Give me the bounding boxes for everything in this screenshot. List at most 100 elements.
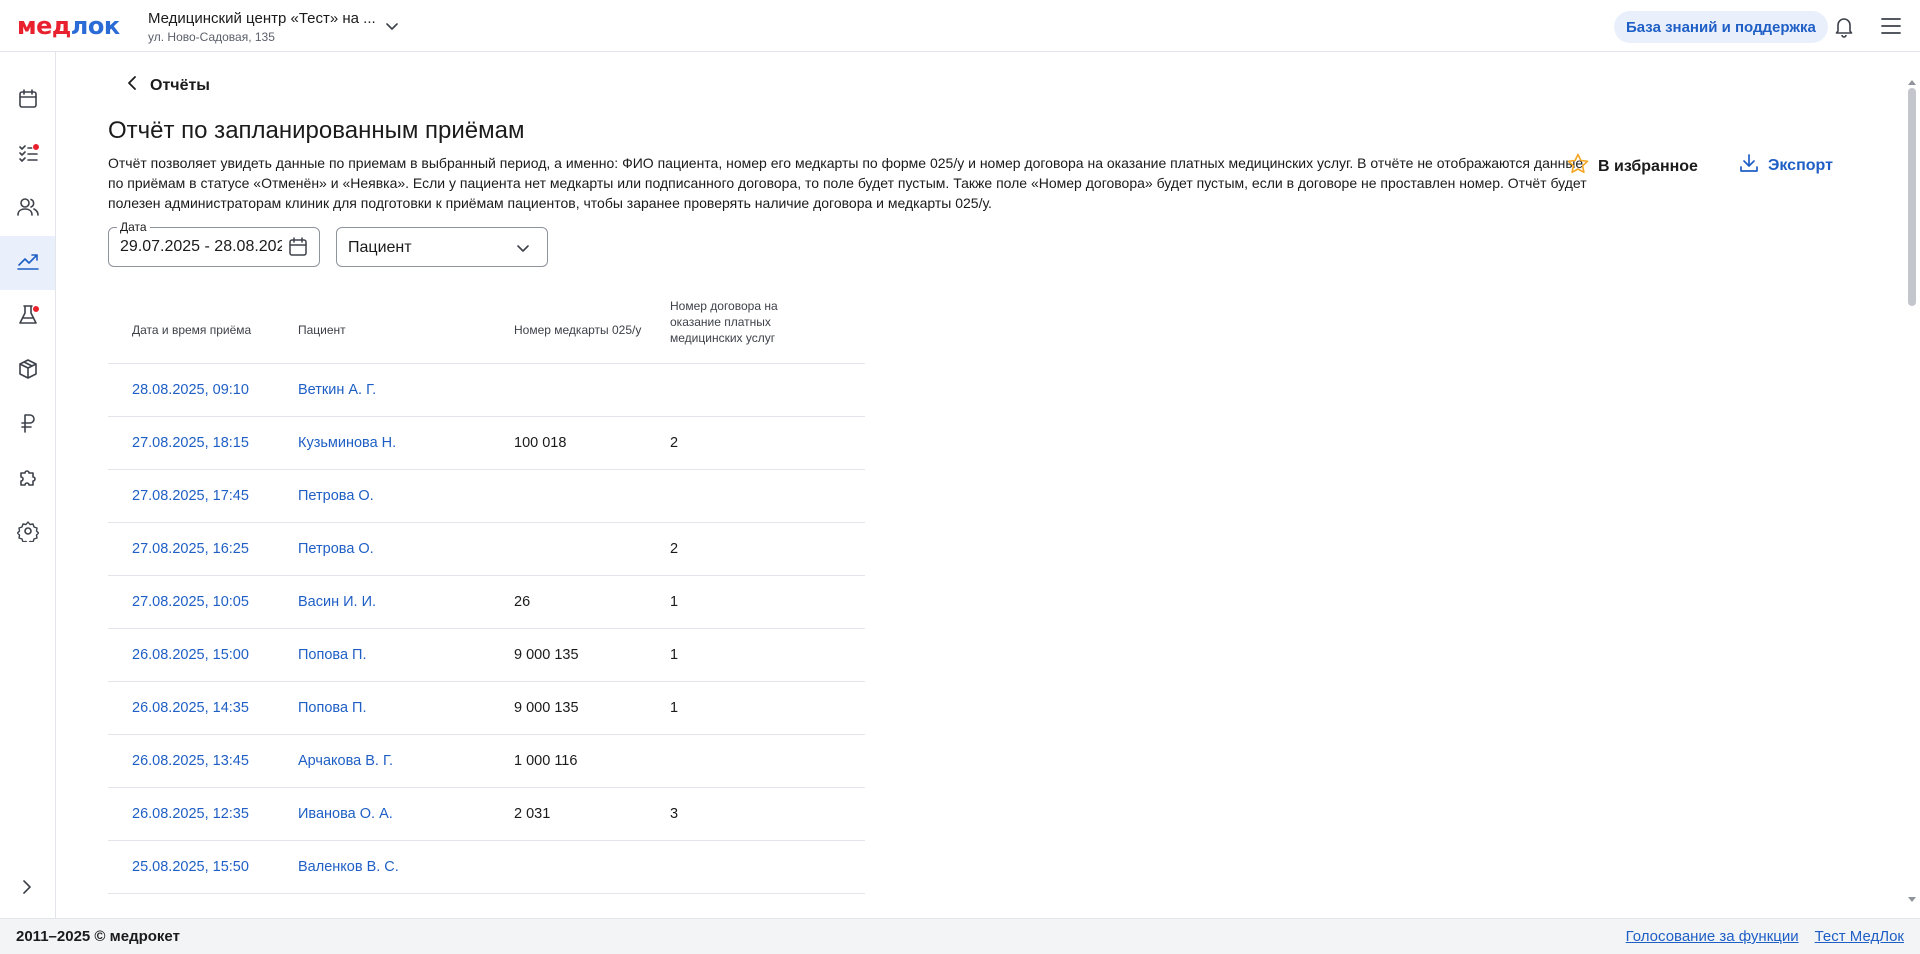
sidebar-item-settings[interactable] <box>0 506 55 560</box>
date-range-field[interactable]: Дата 29.07.2025 - 28.08.2025 <box>108 220 320 267</box>
table-row: 25.08.2025, 15:50 Валенков В. С. <box>108 841 865 894</box>
scrollbar-thumb[interactable] <box>1908 88 1916 306</box>
bell-icon[interactable] <box>1832 14 1856 43</box>
sidebar <box>0 52 56 918</box>
column-header-patient[interactable]: Пациент <box>298 322 346 338</box>
knowledge-base-button[interactable]: База знаний и поддержка <box>1614 11 1828 43</box>
patient-name-link[interactable]: Веткин А. Г. <box>298 382 376 398</box>
calendar-icon[interactable] <box>287 236 309 263</box>
finance-ruble-icon <box>17 412 39 439</box>
patient-name-link[interactable]: Валенков В. С. <box>298 859 399 875</box>
footer: 2011–2025 © медрокет Голосование за функ… <box>0 918 1920 954</box>
contract-header-line: Номер договора на <box>670 299 778 313</box>
appointment-datetime-link[interactable]: 27.08.2025, 18:15 <box>132 435 249 451</box>
contract-header-line: оказание платных <box>670 315 771 329</box>
patient-filter-select[interactable]: Пациент <box>336 227 548 267</box>
table-row: 26.08.2025, 13:45 Арчакова В. Г. 1 000 116 <box>108 735 865 788</box>
column-header-contract[interactable]: Номер договора на оказание платных медиц… <box>670 298 778 346</box>
table-body: 28.08.2025, 09:10 Веткин А. Г. 27.08.2025,… <box>108 364 865 894</box>
medical-card-number: 100 018 <box>514 435 567 451</box>
contract-number: 1 <box>670 594 679 610</box>
patient-name-link[interactable]: Иванова О. А. <box>298 806 393 822</box>
patient-name-link[interactable]: Васин И. И. <box>298 594 376 610</box>
warehouse-box-icon <box>17 358 39 385</box>
medical-card-number: 9 000 135 <box>514 700 579 716</box>
appointment-datetime-link[interactable]: 27.08.2025, 10:05 <box>132 594 249 610</box>
appointment-datetime-link[interactable]: 26.08.2025, 14:35 <box>132 700 249 716</box>
appointment-datetime-link[interactable]: 26.08.2025, 13:45 <box>132 753 249 769</box>
sidebar-item-calendar[interactable] <box>0 74 55 128</box>
notification-dot <box>32 143 40 151</box>
appointment-datetime-link[interactable]: 26.08.2025, 15:00 <box>132 647 249 663</box>
scroll-down-arrow-icon[interactable] <box>1908 890 1916 908</box>
patient-name-link[interactable]: Арчакова В. Г. <box>298 753 393 769</box>
contract-number: 2 <box>670 435 679 451</box>
calendar-icon <box>17 88 39 115</box>
appointment-datetime-link[interactable]: 27.08.2025, 17:45 <box>132 488 249 504</box>
back-to-reports-link[interactable]: Отчёты <box>126 75 210 96</box>
page-title: Отчёт по запланированным приёмам <box>108 117 525 144</box>
top-header: медлок Медицинский центр «Тест» на ... у… <box>0 0 1920 52</box>
sidebar-item-patients[interactable] <box>0 182 55 236</box>
patient-name-link[interactable]: Кузьминова Н. <box>298 435 396 451</box>
patient-name-link[interactable]: Попова П. <box>298 647 367 663</box>
menu-icon[interactable] <box>1880 16 1902 41</box>
table-row: 27.08.2025, 18:15 Кузьминова Н. 100 018 2 <box>108 417 865 470</box>
sidebar-item-finance[interactable] <box>0 398 55 452</box>
clinic-address: ул. Ново-Садовая, 135 <box>148 30 275 44</box>
patient-name-link[interactable]: Петрова О. <box>298 541 374 557</box>
medical-card-number: 2 031 <box>514 806 551 822</box>
back-label: Отчёты <box>150 76 210 94</box>
star-icon <box>1566 152 1590 181</box>
appointment-datetime-link[interactable]: 27.08.2025, 16:25 <box>132 541 249 557</box>
medlok-logo[interactable]: медлок <box>17 12 120 40</box>
appointments-table: Дата и время приёма Пациент Номер медкар… <box>108 298 865 894</box>
appointment-datetime-link[interactable]: 28.08.2025, 09:10 <box>132 382 249 398</box>
footer-copyright: 2011–2025 © медрокет <box>16 928 180 945</box>
patient-name-link[interactable]: Попова П. <box>298 700 367 716</box>
table-row: 28.08.2025, 09:10 Веткин А. Г. <box>108 364 865 417</box>
contract-header-line: медицинских услуг <box>670 331 776 345</box>
contract-number: 1 <box>670 700 679 716</box>
appointment-datetime-link[interactable]: 26.08.2025, 12:35 <box>132 806 249 822</box>
vote-for-features-link[interactable]: Голосование за функции <box>1626 928 1799 945</box>
table-header: Дата и время приёма Пациент Номер медкар… <box>108 298 865 364</box>
chevron-right-icon[interactable] <box>18 878 36 901</box>
column-header-card[interactable]: Номер медкарты 025/у <box>514 322 641 338</box>
patients-icon <box>16 196 40 223</box>
contract-number: 2 <box>670 541 679 557</box>
medical-card-number: 9 000 135 <box>514 647 579 663</box>
page-scrollbar[interactable] <box>1904 52 1920 918</box>
sidebar-item-tasks[interactable] <box>0 128 55 182</box>
sidebar-item-reports[interactable] <box>0 236 55 290</box>
date-field-label: Дата <box>117 220 150 234</box>
test-medlok-link[interactable]: Тест МедЛок <box>1815 928 1904 945</box>
clinic-name: Медицинский центр «Тест» на ... <box>148 10 376 27</box>
export-button[interactable]: Экспорт <box>1738 152 1833 179</box>
main-content: Отчёты Отчёт по запланированным приёмам … <box>56 52 1904 918</box>
table-row: 26.08.2025, 12:35 Иванова О. А. 2 031 3 <box>108 788 865 841</box>
notification-dot <box>32 305 40 313</box>
chevron-left-icon <box>126 75 138 96</box>
patient-filter-placeholder: Пациент <box>348 239 412 256</box>
add-to-favorites-button[interactable]: В избранное <box>1566 152 1698 181</box>
table-row: 27.08.2025, 17:45 Петрова О. <box>108 470 865 523</box>
contract-number: 3 <box>670 806 679 822</box>
settings-gear-icon <box>16 520 39 547</box>
sidebar-item-warehouse[interactable] <box>0 344 55 398</box>
report-description: Отчёт позволяет увидеть данные по приема… <box>108 155 1587 211</box>
contract-number: 1 <box>670 647 679 663</box>
column-header-datetime[interactable]: Дата и время приёма <box>132 322 251 338</box>
medical-card-number: 1 000 116 <box>514 753 578 769</box>
chevron-down-icon <box>515 240 531 261</box>
chevron-down-icon[interactable] <box>384 18 400 39</box>
appointment-datetime-link[interactable]: 25.08.2025, 15:50 <box>132 859 249 875</box>
date-range-value[interactable]: 29.07.2025 - 28.08.2025 <box>120 238 282 256</box>
sidebar-item-integrations[interactable] <box>0 452 55 506</box>
clinic-selector[interactable]: Медицинский центр «Тест» на ... ул. Ново… <box>148 10 376 44</box>
export-label: Экспорт <box>1768 156 1833 174</box>
table-row: 27.08.2025, 10:05 Васин И. И. 26 1 <box>108 576 865 629</box>
patient-name-link[interactable]: Петрова О. <box>298 488 374 504</box>
sidebar-item-lab[interactable] <box>0 290 55 344</box>
table-row: 26.08.2025, 15:00 Попова П. 9 000 135 1 <box>108 629 865 682</box>
